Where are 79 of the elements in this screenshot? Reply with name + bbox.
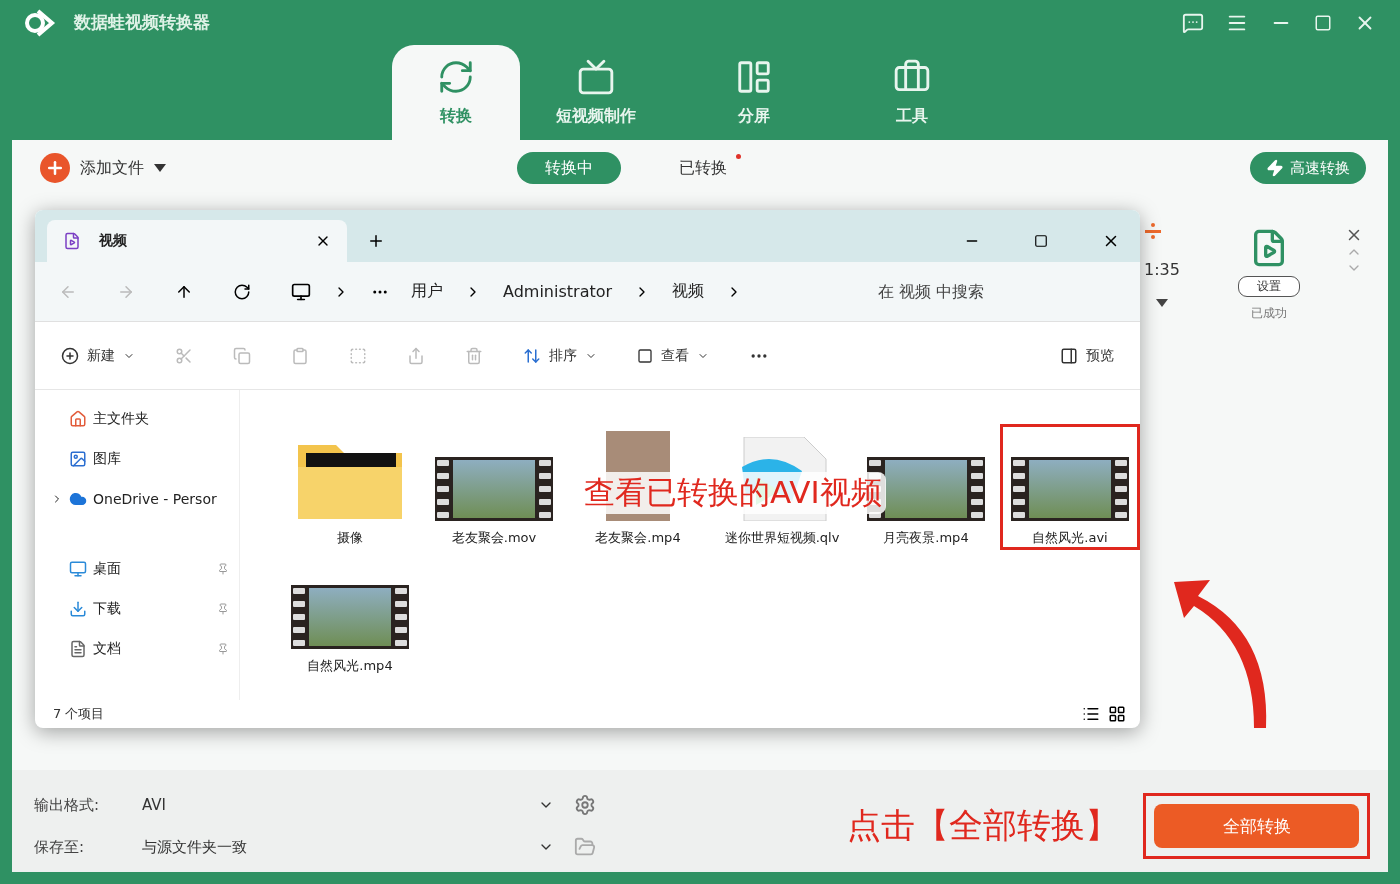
file-name[interactable]: 月亮夜景.mp4 — [883, 529, 969, 547]
copy-icon[interactable] — [233, 346, 251, 365]
annotation-text: 点击【全部转换】 — [847, 804, 1119, 847]
preview-button[interactable]: 预览 — [1060, 346, 1114, 365]
plus-icon — [40, 153, 70, 183]
paste-icon[interactable] — [291, 346, 309, 365]
sidebar-item[interactable]: 文档 — [51, 636, 239, 662]
nav-tab[interactable]: 分屏 — [690, 45, 818, 140]
app-title: 数据蛙视频转换器 — [74, 11, 211, 34]
convert-icon — [437, 58, 475, 96]
cut-icon[interactable] — [175, 346, 193, 365]
maximize-icon[interactable] — [1034, 234, 1048, 248]
file-name[interactable]: 迷你世界短视频.qlv — [724, 529, 840, 547]
output-format-dropdown[interactable]: AVI — [134, 796, 554, 814]
status-tab[interactable]: 转换中 — [517, 152, 621, 184]
item-count: 7 个项目 — [53, 705, 105, 723]
share-icon[interactable] — [407, 346, 425, 365]
sidebar-item[interactable]: 图库 — [51, 446, 239, 472]
nav-tab[interactable]: 工具 — [848, 45, 976, 140]
fast-convert-button[interactable]: 高速转换 — [1250, 152, 1366, 184]
tab-title: 视频 — [99, 232, 128, 250]
plus-circle-icon — [61, 346, 79, 365]
breadcrumb-item[interactable]: Administrator — [503, 282, 613, 301]
pin-icon — [217, 603, 229, 615]
download-icon — [69, 600, 87, 618]
document-icon — [69, 640, 87, 658]
rename-icon[interactable] — [349, 346, 367, 365]
new-tab-icon[interactable] — [367, 232, 385, 250]
split-screen-icon — [735, 58, 773, 96]
status-tab[interactable]: 已转换 — [651, 152, 755, 184]
refresh-icon[interactable] — [233, 282, 251, 301]
folder-icon[interactable] — [574, 836, 596, 858]
nav-tab[interactable]: 短视频制作 — [532, 45, 660, 140]
sidebar-item[interactable]: 下载 — [51, 596, 239, 622]
nav-tab[interactable]: 转换 — [392, 45, 520, 140]
save-to-dropdown[interactable]: 与源文件夹一致 — [134, 837, 554, 857]
video-folder-icon — [63, 232, 81, 250]
file-name[interactable]: 老友聚会.mov — [451, 529, 537, 547]
pin-icon — [217, 643, 229, 655]
grid-view-icon[interactable] — [1108, 705, 1126, 723]
split-icon[interactable] — [1144, 222, 1162, 240]
explorer-tab[interactable]: 视频 — [47, 220, 347, 262]
list-view-icon[interactable] — [1082, 705, 1100, 723]
save-to-label: 保存至: — [34, 837, 86, 857]
sidebar-item[interactable]: OneDrive - Persor — [51, 486, 239, 512]
file-name[interactable]: 自然风光.mp4 — [307, 657, 393, 675]
breadcrumb-item[interactable]: 用户 — [411, 281, 443, 302]
settings-icon[interactable] — [574, 794, 596, 816]
duration-text: 1:35 — [1144, 260, 1180, 279]
add-files-button[interactable]: 添加文件 — [34, 152, 172, 184]
file-name[interactable]: 自然风光.avi — [1032, 529, 1108, 547]
output-format-label: 输出格式: — [34, 795, 101, 815]
dropdown-caret-icon — [154, 164, 166, 172]
preview-pane-icon — [1060, 346, 1078, 365]
picture-icon — [69, 450, 87, 468]
dropdown-caret-icon[interactable] — [1156, 299, 1168, 307]
breadcrumb-item[interactable]: 视频 — [672, 281, 705, 302]
search-field[interactable]: 在 视频 中搜索 — [876, 281, 1116, 302]
feedback-icon[interactable] — [1182, 11, 1204, 34]
sort-icon — [523, 346, 541, 365]
new-button[interactable]: 新建 — [61, 346, 135, 365]
file-name[interactable]: 摄像 — [337, 529, 363, 547]
file-name[interactable]: 老友聚会.mp4 — [595, 529, 681, 547]
lightning-icon — [1266, 159, 1284, 177]
computer-icon[interactable] — [291, 281, 311, 302]
pin-icon — [217, 563, 229, 575]
view-icon — [637, 347, 653, 364]
status-text: 已成功 — [1251, 305, 1287, 322]
cloud-icon — [69, 490, 87, 508]
view-button[interactable]: 查看 — [637, 346, 709, 365]
settings-button[interactable]: 设置 — [1238, 276, 1300, 297]
sidebar-item[interactable]: 桌面 — [51, 556, 239, 582]
tv-icon — [577, 58, 615, 96]
delete-icon[interactable] — [465, 346, 483, 365]
home-icon — [69, 410, 87, 428]
unread-dot — [736, 154, 741, 159]
sort-button[interactable]: 排序 — [523, 346, 597, 365]
monitor-icon — [69, 560, 87, 578]
sidebar-item[interactable]: 主文件夹 — [51, 406, 239, 432]
